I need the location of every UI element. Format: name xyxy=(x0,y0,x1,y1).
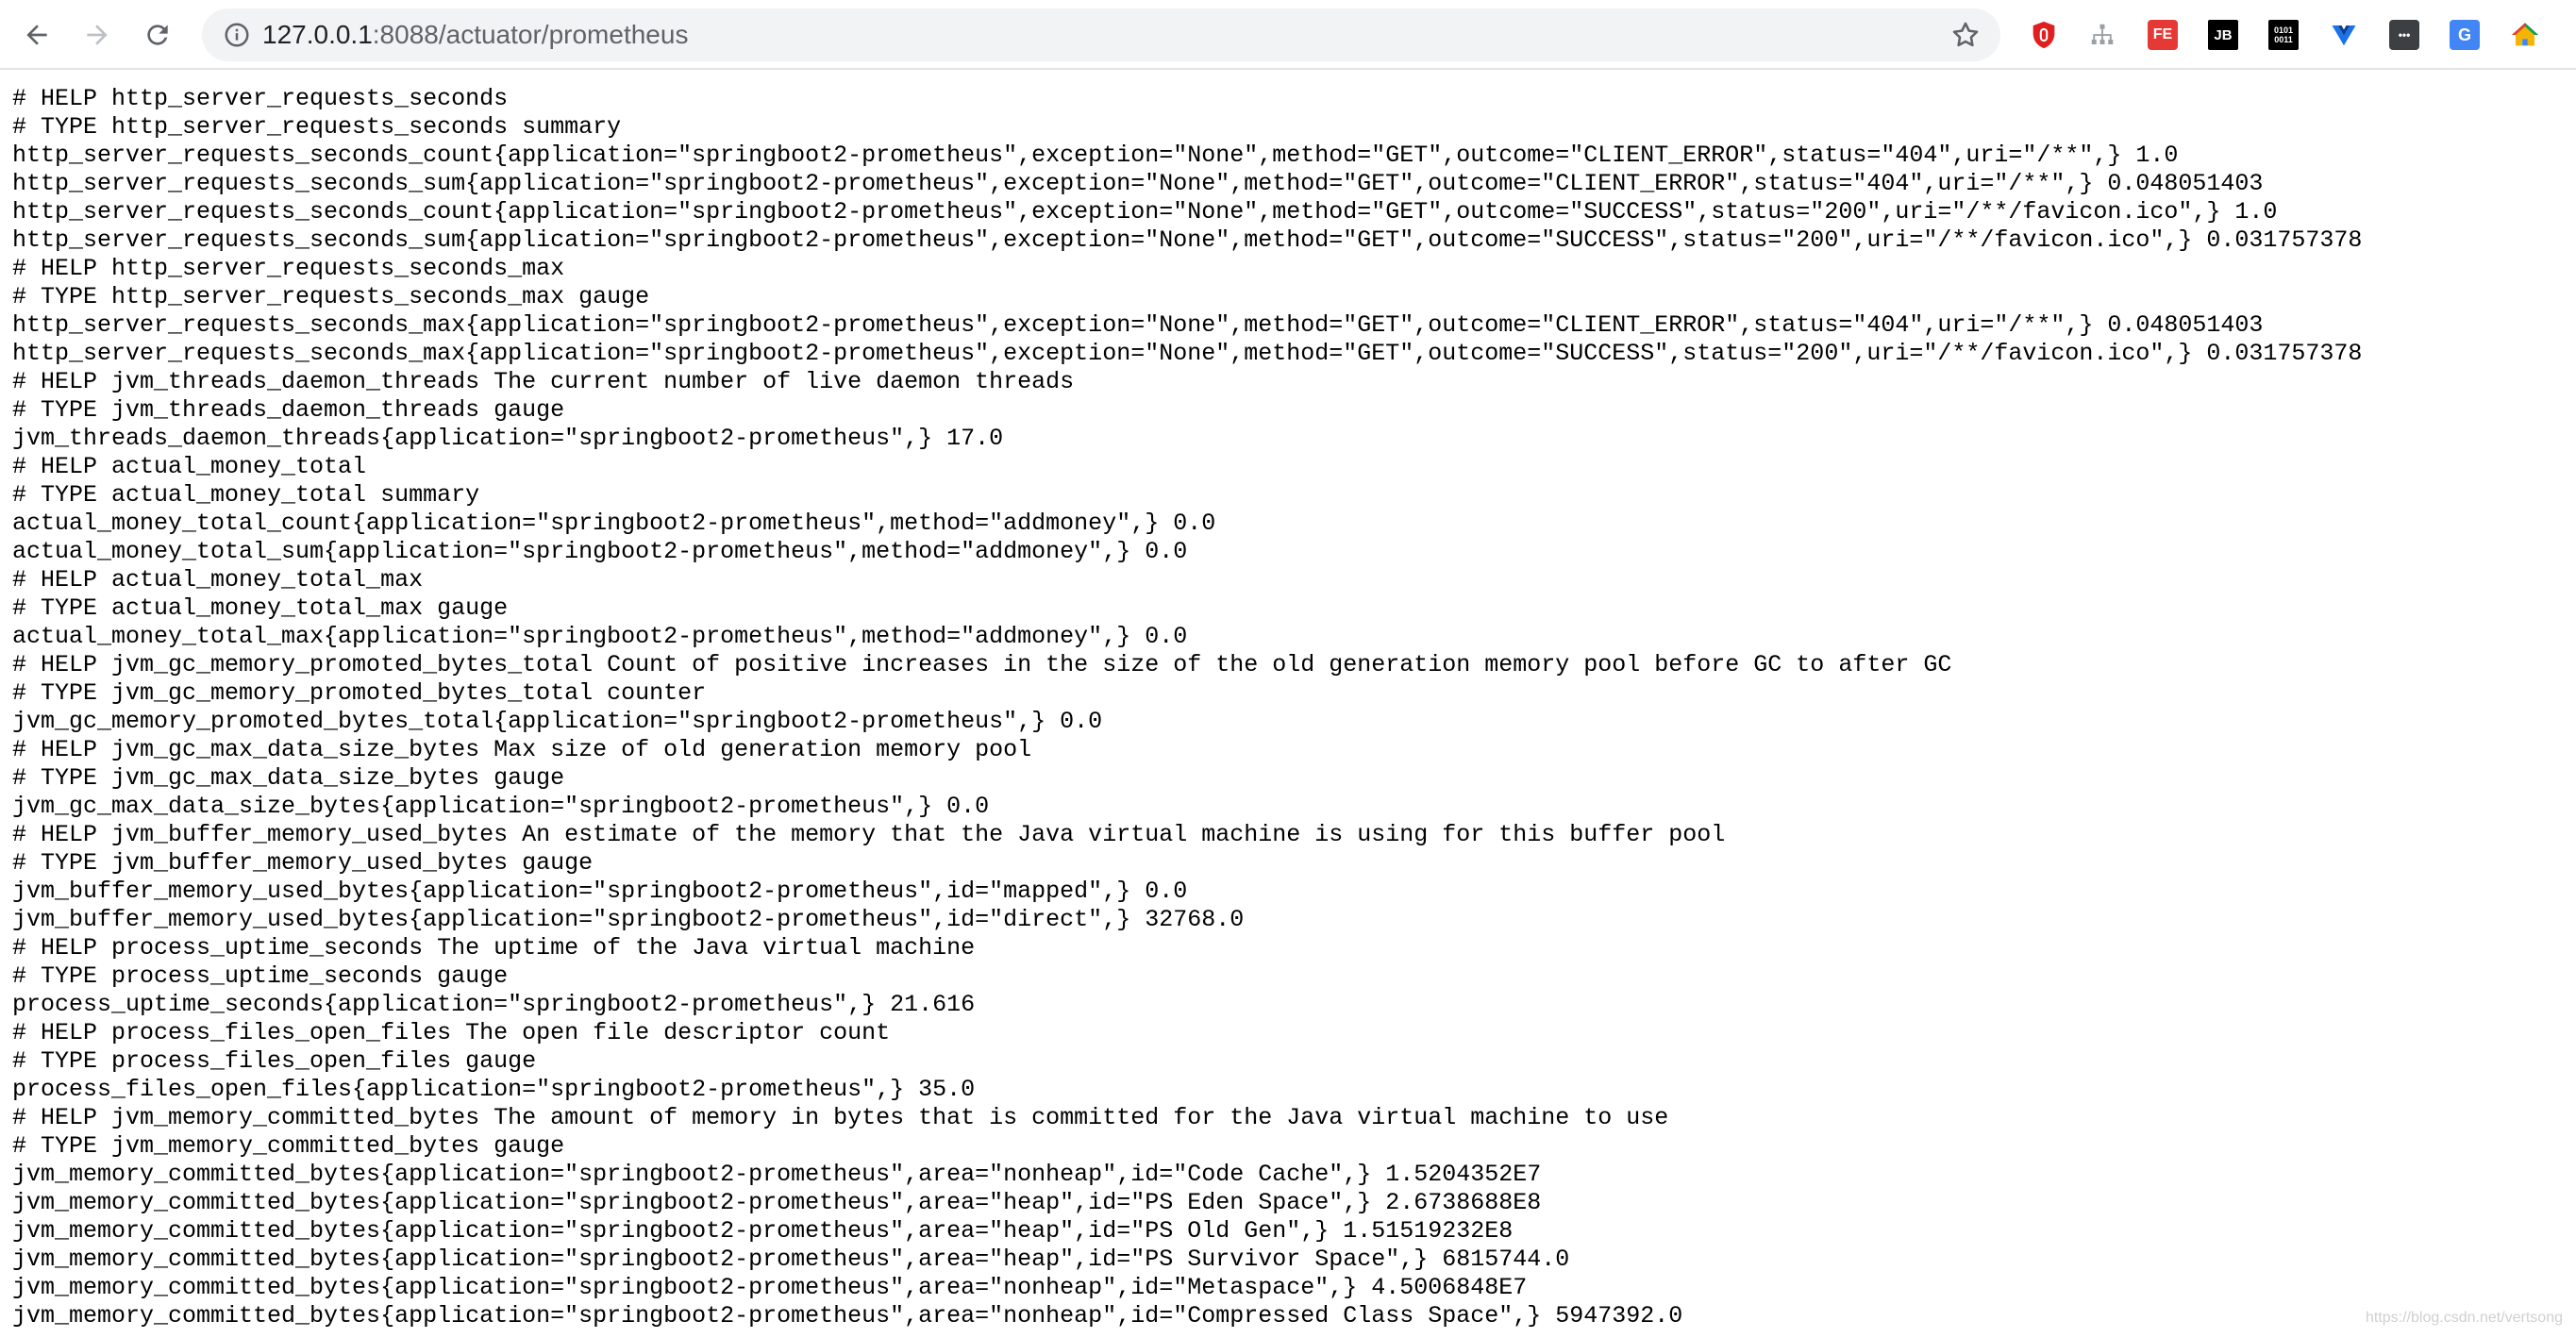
address-url[interactable]: 127.0.0.1:8088/actuator/prometheus xyxy=(262,8,688,61)
prometheus-metrics-text: # HELP http_server_requests_seconds # TYP… xyxy=(12,85,2560,1330)
metric-sample-line: process_files_open_files{application="sp… xyxy=(12,1076,976,1103)
metric-sample-line: jvm_memory_committed_bytes{application="… xyxy=(12,1274,1528,1301)
metric-sample-line: actual_money_total_count{application="sp… xyxy=(12,510,1216,537)
vue-devtools-extension-icon[interactable] xyxy=(2327,18,2361,52)
metric-comment-line: # HELP jvm_memory_committed_bytes The am… xyxy=(12,1104,1669,1131)
info-circle-icon[interactable] xyxy=(223,21,251,49)
metric-sample-line: http_server_requests_seconds_max{applica… xyxy=(12,311,2264,339)
metric-comment-line: # TYPE process_uptime_seconds gauge xyxy=(12,962,509,990)
sitemap-icon xyxy=(2091,24,2114,44)
metric-sample-line: jvm_memory_committed_bytes{application="… xyxy=(12,1302,1683,1330)
metric-sample-line: jvm_buffer_memory_used_bytes{application… xyxy=(12,878,1188,905)
star-icon[interactable] xyxy=(1949,19,1982,51)
metric-sample-line: http_server_requests_seconds_max{applica… xyxy=(12,340,2363,367)
home-icon xyxy=(2511,23,2539,46)
metric-comment-line: # TYPE jvm_memory_committed_bytes gauge xyxy=(12,1132,565,1160)
translate-extension-icon[interactable]: G xyxy=(2448,18,2482,52)
sitemap-extension-icon[interactable] xyxy=(2085,18,2119,52)
metric-comment-line: # HELP jvm_gc_max_data_size_bytes Max si… xyxy=(12,736,1032,763)
jetbrains-extension-icon[interactable]: JB xyxy=(2206,18,2240,52)
metric-comment-line: # TYPE jvm_gc_memory_promoted_bytes_tota… xyxy=(12,679,707,707)
ublock-extension-icon[interactable] xyxy=(2027,18,2061,52)
metric-comment-line: # HELP http_server_requests_seconds_max xyxy=(12,255,565,282)
forward-button[interactable] xyxy=(75,13,119,57)
metric-comment-line: # TYPE jvm_buffer_memory_used_bytes gaug… xyxy=(12,849,594,877)
metric-comment-line: # TYPE http_server_requests_seconds summ… xyxy=(12,113,622,141)
metric-sample-line: http_server_requests_seconds_sum{applica… xyxy=(12,226,2363,254)
reload-icon xyxy=(147,25,168,45)
metric-sample-line: actual_money_total_sum{application="spri… xyxy=(12,538,1188,565)
metric-sample-line: jvm_memory_committed_bytes{application="… xyxy=(12,1161,1542,1188)
translate-badge: G xyxy=(2450,20,2480,50)
metric-sample-line: jvm_memory_committed_bytes{application="… xyxy=(12,1246,1570,1273)
vue-v-icon xyxy=(2332,25,2356,46)
metric-comment-line: # TYPE jvm_threads_daemon_threads gauge xyxy=(12,396,565,424)
metric-sample-line: jvm_memory_committed_bytes{application="… xyxy=(12,1189,1542,1216)
metric-sample-line: http_server_requests_seconds_sum{applica… xyxy=(12,170,2264,197)
fe-badge: FE xyxy=(2148,20,2178,50)
metric-comment-line: # HELP jvm_threads_daemon_threads The cu… xyxy=(12,368,1075,395)
metric-sample-line: jvm_threads_daemon_threads{application="… xyxy=(12,425,1004,452)
browser-toolbar: 127.0.0.1:8088/actuator/prometheus FE JB… xyxy=(0,0,2576,70)
metric-sample-line: http_server_requests_seconds_count{appli… xyxy=(12,142,2179,169)
more-extension-icon[interactable]: ••• xyxy=(2387,18,2421,52)
more-badge: ••• xyxy=(2389,20,2419,50)
ublock-shield-icon xyxy=(2032,21,2055,49)
binary-badge: 0101 0011 xyxy=(2268,20,2299,50)
home-extension-icon[interactable] xyxy=(2508,18,2542,52)
url-host: 127.0.0.1 xyxy=(262,20,373,49)
metric-comment-line: # HELP process_uptime_seconds The uptime… xyxy=(12,934,976,962)
watermark: https://blog.csdn.net/vertsong xyxy=(2365,1310,2563,1326)
metric-sample-line: http_server_requests_seconds_count{appli… xyxy=(12,198,2278,226)
metric-comment-line: # HELP actual_money_total_max xyxy=(12,566,424,594)
back-button[interactable] xyxy=(15,13,59,57)
metric-comment-line: # HELP actual_money_total xyxy=(12,453,367,480)
metric-comment-line: # HELP jvm_buffer_memory_used_bytes An e… xyxy=(12,821,1726,848)
metric-sample-line: process_uptime_seconds{application="spri… xyxy=(12,991,976,1018)
metric-comment-line: # TYPE jvm_gc_max_data_size_bytes gauge xyxy=(12,764,565,792)
metric-sample-line: jvm_gc_memory_promoted_bytes_total{appli… xyxy=(12,708,1103,735)
jb-badge: JB xyxy=(2208,20,2238,50)
metric-comment-line: # TYPE process_files_open_files gauge xyxy=(12,1047,537,1075)
url-path: :8088/actuator/prometheus xyxy=(372,20,689,49)
binary-extension-icon[interactable]: 0101 0011 xyxy=(2267,18,2300,52)
metric-comment-line: # HELP jvm_gc_memory_promoted_bytes_tota… xyxy=(12,651,1952,678)
metric-comment-line: # TYPE actual_money_total_max gauge xyxy=(12,594,509,622)
address-bar[interactable]: 127.0.0.1:8088/actuator/prometheus xyxy=(202,8,2000,61)
metric-sample-line: jvm_gc_max_data_size_bytes{application="… xyxy=(12,793,990,820)
arrow-right-icon xyxy=(87,25,108,45)
metric-comment-line: # TYPE actual_money_total summary xyxy=(12,481,480,509)
metric-sample-line: actual_money_total_max{application="spri… xyxy=(12,623,1188,650)
metric-comment-line: # HELP http_server_requests_seconds xyxy=(12,85,509,112)
metric-comment-line: # HELP process_files_open_files The open… xyxy=(12,1019,891,1046)
arrow-left-icon xyxy=(26,25,47,45)
metric-sample-line: jvm_buffer_memory_used_bytes{application… xyxy=(12,906,1245,933)
metric-comment-line: # TYPE http_server_requests_seconds_max … xyxy=(12,283,650,310)
metric-sample-line: jvm_memory_committed_bytes{application="… xyxy=(12,1217,1514,1245)
reload-button[interactable] xyxy=(136,13,179,57)
fe-extension-icon[interactable]: FE xyxy=(2146,18,2180,52)
